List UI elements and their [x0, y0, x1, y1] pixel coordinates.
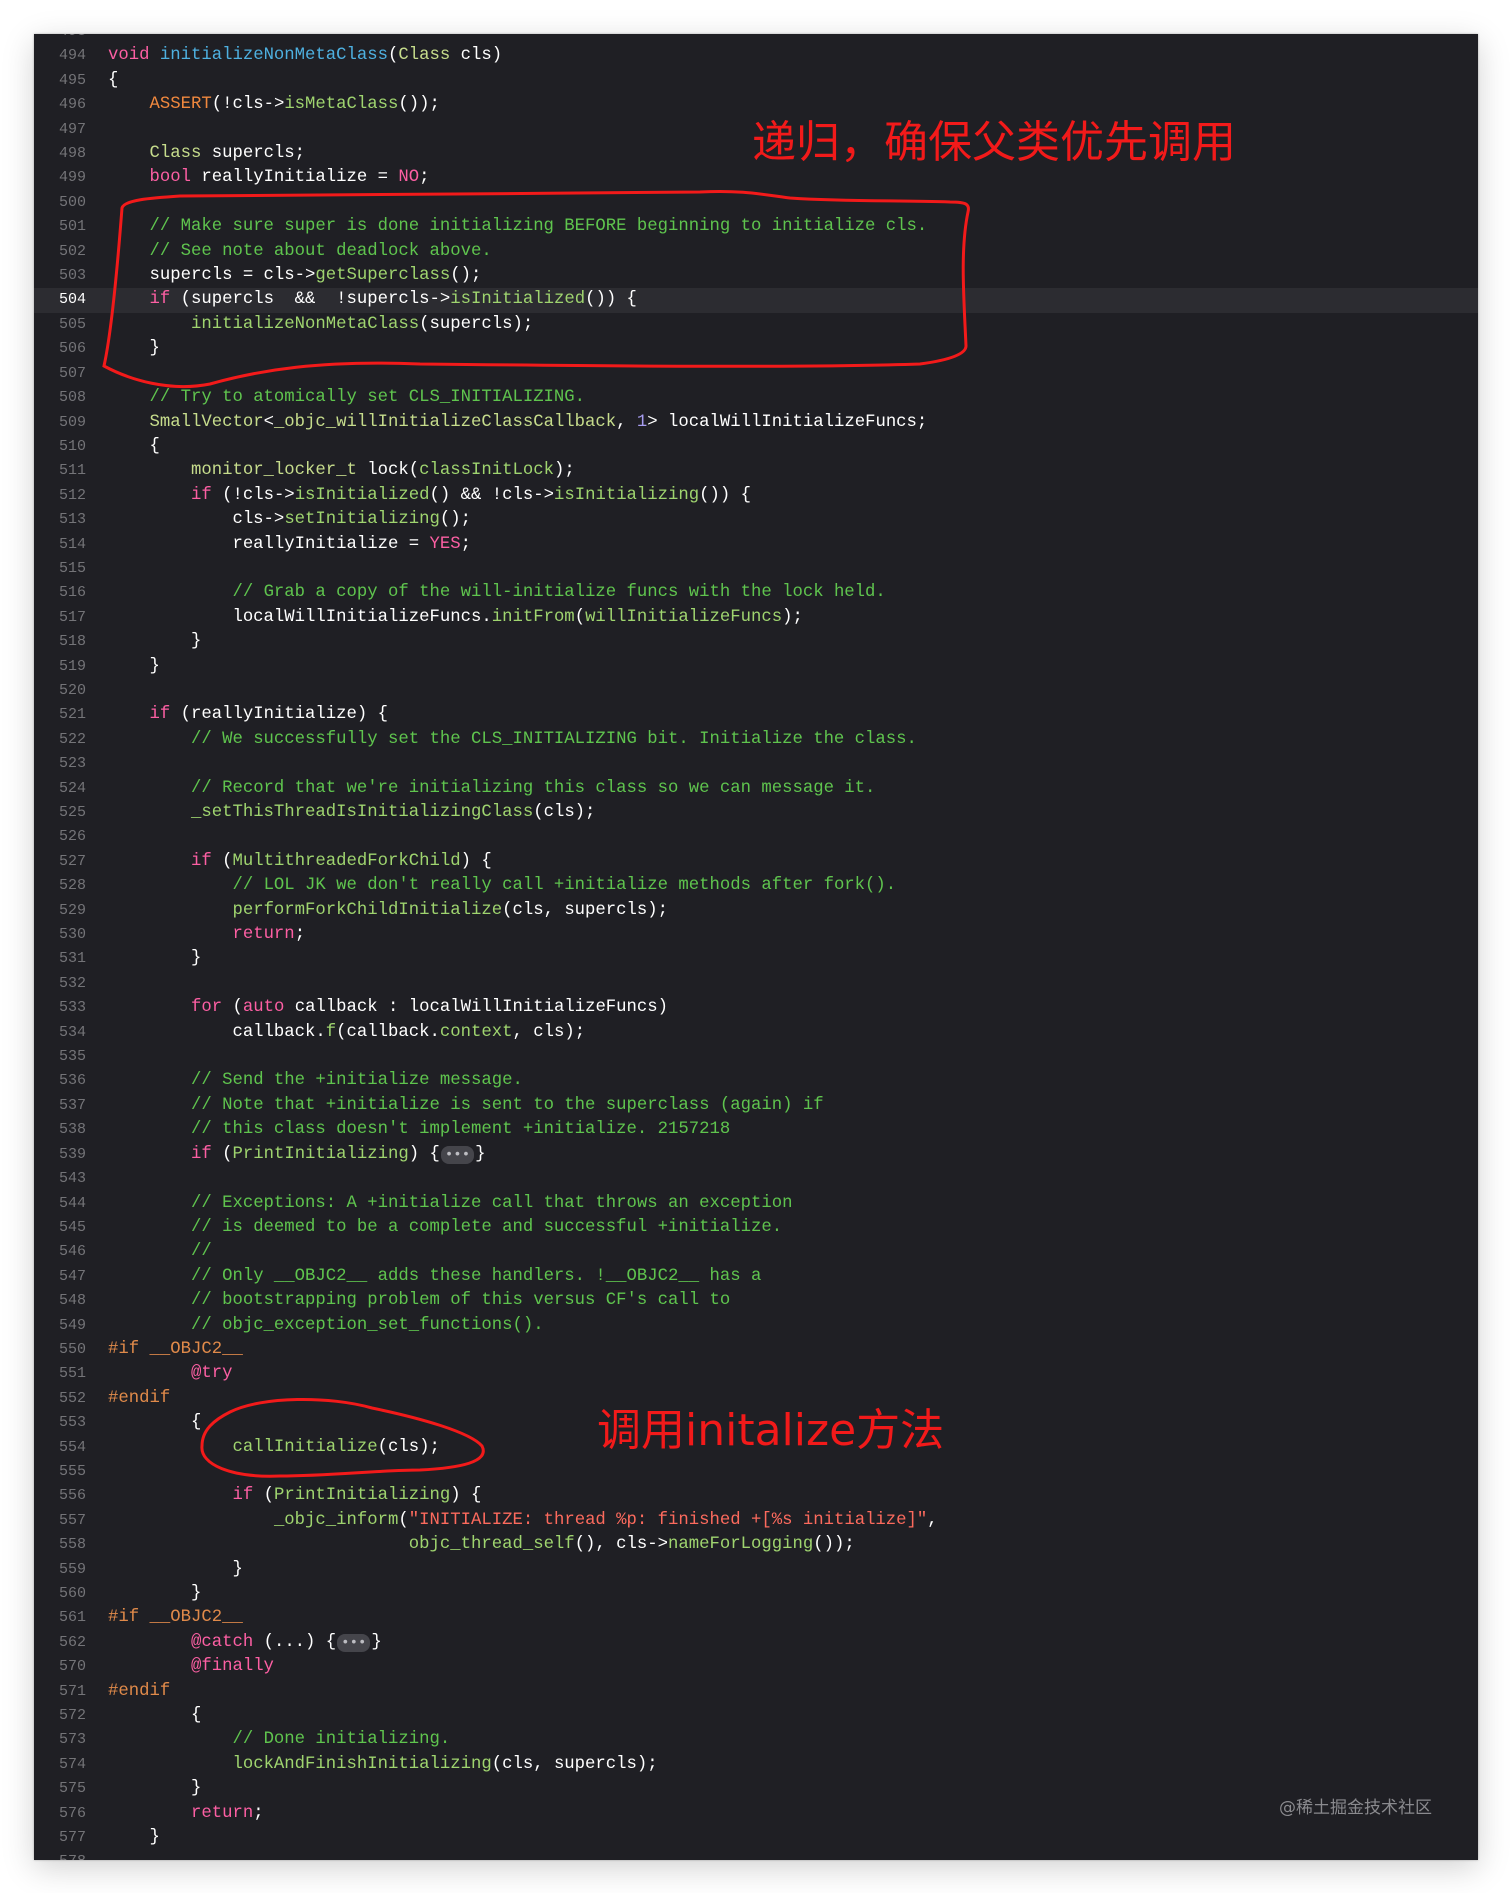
red-ellipse-annotation [200, 1397, 485, 1478]
red-box-annotation [102, 189, 970, 388]
recursion-annotation-text: 递归，确保父类优先调用 [752, 117, 1236, 168]
call-initialize-annotation-text: 调用initalize方法 [597, 1405, 945, 1456]
annotation-marks [102, 189, 970, 1478]
